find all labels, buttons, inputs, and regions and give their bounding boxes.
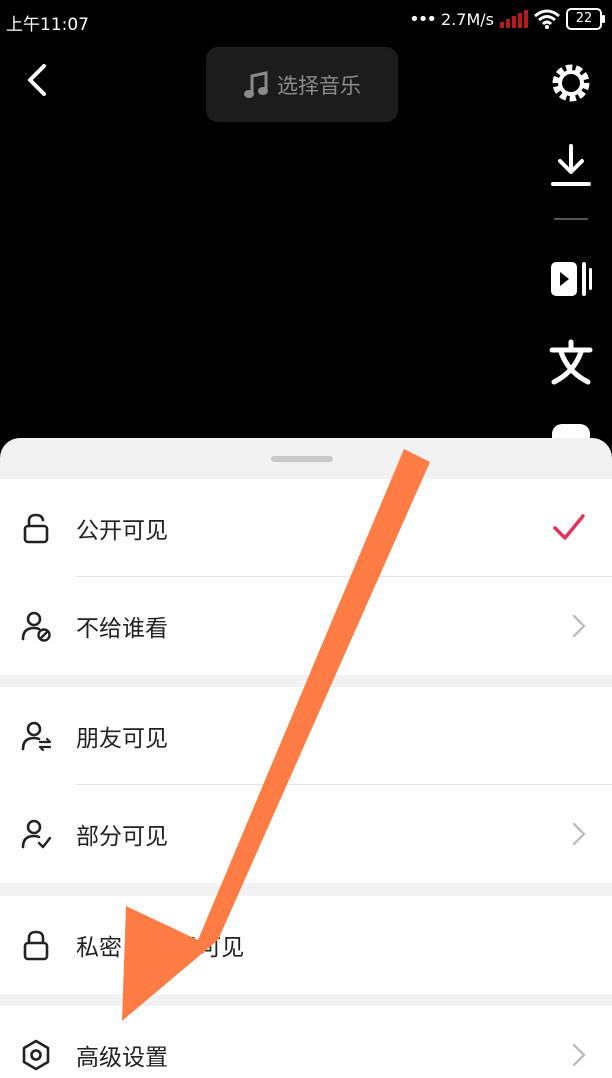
back-icon[interactable] <box>22 60 52 100</box>
lock-icon <box>23 930 49 961</box>
chevron-right-icon <box>572 1043 586 1067</box>
select-music-button[interactable]: 选择音乐 <box>206 47 398 122</box>
option-partial-label: 部分可见 <box>76 824 168 850</box>
status-bar: 上午11:07 ••• 2.7M/s 22 <box>0 0 612 42</box>
status-time: 上午11:07 <box>6 15 89 35</box>
advanced-settings-group: 高级设置 <box>0 1006 612 1078</box>
sheet-handle[interactable] <box>271 456 333 462</box>
network-speed: 2.7M/s <box>441 9 494 29</box>
user-check-icon <box>21 819 52 849</box>
option-hide-from[interactable]: 不给谁看 <box>0 577 612 675</box>
dots-icon: ••• <box>409 8 437 30</box>
music-note-icon <box>244 70 268 98</box>
select-music-label: 选择音乐 <box>277 73 361 98</box>
battery-level: 22 <box>575 11 593 26</box>
option-public[interactable]: 公开可见 <box>0 479 612 577</box>
wifi-icon <box>534 9 560 29</box>
signal-icon <box>500 10 528 28</box>
privacy-bottom-sheet: 公开可见 不给谁看 朋友可见 部分可见 私密 仅自己可见 高级设置 <box>0 438 612 1078</box>
visibility-group-friends: 朋友可见 部分可见 <box>0 687 612 883</box>
unlock-icon <box>23 513 49 544</box>
battery-icon: 22 <box>566 8 605 30</box>
option-private[interactable]: 私密 仅自己可见 <box>0 896 612 994</box>
option-hide-from-label: 不给谁看 <box>76 616 168 642</box>
download-icon[interactable] <box>546 142 596 192</box>
option-advanced-label: 高级设置 <box>76 1045 168 1071</box>
visibility-group-private: 私密 仅自己可见 <box>0 896 612 994</box>
user-block-icon <box>21 611 51 642</box>
flip-video-icon[interactable] <box>546 254 596 304</box>
option-friends-label: 朋友可见 <box>76 726 168 752</box>
option-advanced-settings[interactable]: 高级设置 <box>0 1006 612 1078</box>
chevron-right-icon <box>572 614 586 638</box>
option-private-label: 私密 仅自己可见 <box>76 935 245 961</box>
option-public-label: 公开可见 <box>76 518 168 544</box>
option-partial[interactable]: 部分可见 <box>0 785 612 883</box>
status-right: ••• 2.7M/s 22 <box>409 8 605 30</box>
check-icon <box>553 514 585 540</box>
option-friends[interactable]: 朋友可见 <box>0 687 612 785</box>
text-icon[interactable] <box>546 338 596 388</box>
chevron-right-icon <box>572 822 586 846</box>
user-friends-icon <box>21 721 52 752</box>
hexagon-settings-icon <box>22 1039 50 1071</box>
toolbar-divider <box>554 218 588 220</box>
gear-icon[interactable] <box>546 58 596 108</box>
visibility-group-public: 公开可见 不给谁看 <box>0 479 612 675</box>
